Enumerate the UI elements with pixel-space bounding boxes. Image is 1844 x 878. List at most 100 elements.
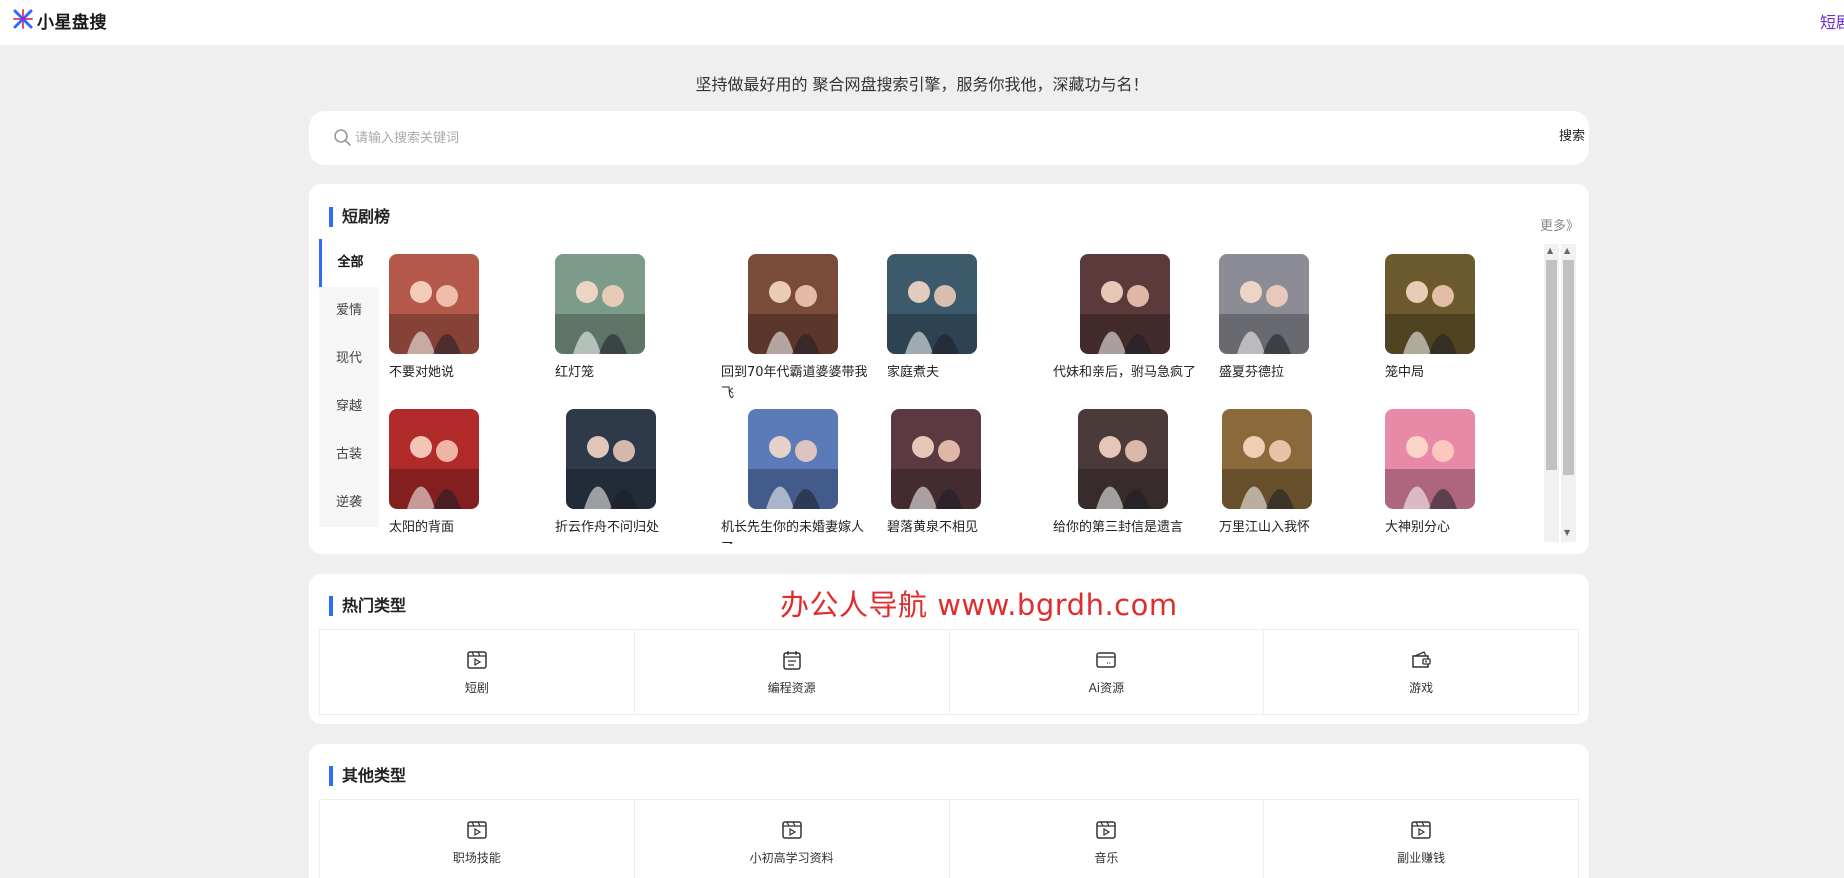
drama-title[interactable]: 万里江山入我怀 bbox=[1219, 517, 1369, 538]
type-game[interactable]: 游戏 bbox=[1263, 629, 1579, 715]
category-romance[interactable]: 爱情 bbox=[319, 287, 379, 335]
drama-title[interactable]: 太阳的背面 bbox=[389, 517, 539, 538]
poster-image bbox=[1222, 409, 1312, 509]
type-ai[interactable]: Ai资源 bbox=[948, 629, 1264, 715]
drama-title[interactable]: 不要对她说 bbox=[389, 362, 539, 383]
drama-title[interactable]: 回到70年代霸道婆婆带我飞 bbox=[721, 362, 871, 404]
drama-poster[interactable] bbox=[1222, 409, 1312, 509]
drama-item[interactable]: 机长先生你的未婚妻嫁人了 bbox=[721, 409, 871, 544]
tagline: 坚持做最好用的 聚合网盘搜索引擎，服务你我他，深藏功与名！ bbox=[695, 75, 1149, 94]
drama-item[interactable]: 碧落黄泉不相见 bbox=[887, 409, 1037, 538]
drama-poster[interactable] bbox=[1080, 254, 1170, 354]
top-right-link[interactable]: 短剧 bbox=[1820, 9, 1844, 33]
type-music[interactable]: 音乐 bbox=[948, 799, 1264, 878]
drama-poster[interactable] bbox=[748, 409, 838, 509]
category-time-travel[interactable]: 穿越 bbox=[319, 383, 379, 431]
drama-poster[interactable] bbox=[389, 254, 479, 354]
brand-name[interactable]: 小星盘搜 bbox=[37, 8, 107, 33]
drama-poster[interactable] bbox=[555, 254, 645, 354]
search-icon bbox=[334, 129, 351, 146]
drama-title[interactable]: 代妹和亲后，驸马急疯了 bbox=[1053, 362, 1203, 383]
other-types-card: 其他类型 职场技能 小初高学习资料 音乐 副业赚钱 bbox=[309, 744, 1589, 878]
poster-image bbox=[1078, 409, 1168, 509]
video-icon bbox=[1096, 820, 1117, 839]
type-label: 副业赚钱 bbox=[1397, 850, 1446, 865]
ranking-card: 短剧榜 更多》 全部 爱情 现代 穿越 古装 逆袭 不要对她说 红灯笼 回到70年代… bbox=[309, 184, 1589, 554]
drama-poster[interactable] bbox=[389, 409, 479, 509]
drama-title[interactable]: 盛夏芬德拉 bbox=[1219, 362, 1369, 383]
drama-item[interactable]: 红灯笼 bbox=[555, 254, 705, 383]
drama-item[interactable]: 回到70年代霸道婆婆带我飞 bbox=[721, 254, 871, 404]
search-button[interactable]: 搜索 bbox=[1559, 125, 1585, 144]
hot-types-row: 短剧 编程资源 Ai资源 游戏 bbox=[319, 629, 1579, 715]
poster-image bbox=[1385, 254, 1475, 354]
drama-title[interactable]: 大神别分心 bbox=[1385, 517, 1509, 538]
drama-title[interactable]: 红灯笼 bbox=[555, 362, 705, 383]
type-short-drama[interactable]: 短剧 bbox=[319, 629, 634, 715]
drama-title[interactable]: 给你的第三封信是遗言 bbox=[1053, 517, 1203, 538]
drama-item[interactable]: 折云作舟不问归处 bbox=[555, 409, 705, 538]
more-link[interactable]: 更多》 bbox=[1540, 215, 1579, 234]
drama-item[interactable]: 笼中局 bbox=[1385, 254, 1509, 383]
type-label: 编程资源 bbox=[767, 680, 816, 695]
scrollbar-track-1[interactable]: ▲ bbox=[1544, 244, 1559, 542]
scroll-down-icon[interactable]: ▼ bbox=[1564, 528, 1570, 537]
poster-image bbox=[555, 254, 645, 354]
type-career-skills[interactable]: 职场技能 bbox=[319, 799, 634, 878]
drama-poster[interactable] bbox=[891, 409, 981, 509]
drama-title[interactable]: 碧落黄泉不相见 bbox=[887, 517, 1037, 538]
drama-poster[interactable] bbox=[887, 254, 977, 354]
drama-item[interactable]: 大神别分心 bbox=[1385, 409, 1509, 538]
poster-image bbox=[389, 409, 479, 509]
hot-types-title: 热门类型 bbox=[329, 596, 406, 616]
type-label: 音乐 bbox=[1094, 850, 1119, 865]
drama-item[interactable]: 给你的第三封信是遗言 bbox=[1053, 409, 1203, 538]
type-k12-study[interactable]: 小初高学习资料 bbox=[633, 799, 949, 878]
category-list: 全部 爱情 现代 穿越 古装 逆袭 bbox=[319, 239, 379, 527]
drama-poster[interactable] bbox=[1078, 409, 1168, 509]
type-label: 短剧 bbox=[464, 680, 489, 695]
scrollbar-thumb-1[interactable] bbox=[1546, 260, 1557, 470]
category-costume[interactable]: 古装 bbox=[319, 431, 379, 479]
poster-image bbox=[891, 409, 981, 509]
scrollbar-track-2[interactable]: ▲ ▼ bbox=[1561, 244, 1576, 542]
browser-icon bbox=[1096, 651, 1117, 668]
drama-title[interactable]: 折云作舟不问归处 bbox=[555, 517, 705, 538]
drama-item[interactable]: 家庭煮夫 bbox=[887, 254, 1037, 383]
category-all[interactable]: 全部 bbox=[319, 239, 379, 287]
drama-grid: 不要对她说 红灯笼 回到70年代霸道婆婆带我飞 家庭煮夫 代妹和亲后，驸马急疯了 盛夏芬德… bbox=[389, 254, 1509, 544]
type-label: Ai资源 bbox=[1088, 680, 1125, 695]
type-label: 小初高学习资料 bbox=[749, 850, 834, 865]
drama-item[interactable]: 太阳的背面 bbox=[389, 409, 539, 538]
scrollbar-thumb-2[interactable] bbox=[1563, 260, 1574, 475]
drama-poster[interactable] bbox=[1385, 409, 1475, 509]
other-types-row: 职场技能 小初高学习资料 音乐 副业赚钱 bbox=[319, 799, 1579, 878]
scroll-up-icon[interactable]: ▲ bbox=[1564, 246, 1570, 255]
drama-title[interactable]: 笼中局 bbox=[1385, 362, 1509, 383]
type-label: 职场技能 bbox=[452, 850, 501, 865]
search-input[interactable] bbox=[355, 123, 1355, 153]
drama-poster[interactable] bbox=[1385, 254, 1475, 354]
drama-title[interactable]: 家庭煮夫 bbox=[887, 362, 1037, 383]
scrollbar[interactable]: ▲ ▲ ▼ bbox=[1544, 244, 1578, 542]
category-comeback[interactable]: 逆袭 bbox=[319, 479, 379, 527]
category-modern[interactable]: 现代 bbox=[319, 335, 379, 383]
drama-poster[interactable] bbox=[748, 254, 838, 354]
ranking-title: 短剧榜 bbox=[329, 207, 390, 227]
drama-poster[interactable] bbox=[1219, 254, 1309, 354]
type-side-hustle[interactable]: 副业赚钱 bbox=[1263, 799, 1579, 878]
type-programming[interactable]: 编程资源 bbox=[633, 629, 949, 715]
drama-item[interactable]: 盛夏芬德拉 bbox=[1219, 254, 1369, 383]
type-label: 游戏 bbox=[1409, 680, 1434, 695]
drama-poster[interactable] bbox=[566, 409, 656, 509]
video-icon bbox=[467, 820, 487, 839]
drama-item[interactable]: 不要对她说 bbox=[389, 254, 539, 383]
drama-item[interactable]: 代妹和亲后，驸马急疯了 bbox=[1053, 254, 1203, 383]
star-logo-icon[interactable] bbox=[12, 8, 34, 30]
poster-image bbox=[887, 254, 977, 354]
wallet-icon bbox=[1412, 650, 1431, 668]
video-icon bbox=[1411, 820, 1431, 839]
scroll-up-icon[interactable]: ▲ bbox=[1547, 246, 1553, 255]
drama-title[interactable]: 机长先生你的未婚妻嫁人了 bbox=[721, 517, 871, 544]
drama-item[interactable]: 万里江山入我怀 bbox=[1219, 409, 1369, 538]
